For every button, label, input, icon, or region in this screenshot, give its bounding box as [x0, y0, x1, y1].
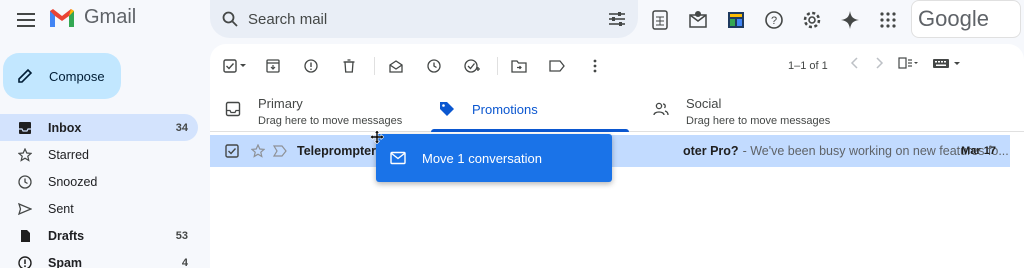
snooze-clock-icon[interactable]	[421, 56, 447, 76]
move-to-folder-icon[interactable]	[506, 56, 532, 76]
sidebar-item-inbox[interactable]: Inbox 34	[0, 114, 198, 141]
importance-marker-icon[interactable]	[273, 145, 287, 157]
gmail-logo-text: Gmail	[84, 6, 137, 28]
sidebar-item-label: Sent	[48, 201, 74, 216]
sidebar-item-label: Drafts	[48, 228, 85, 243]
google-account-button[interactable]: Google	[911, 0, 1021, 38]
envelope-icon	[390, 151, 406, 165]
svg-text:?: ?	[771, 15, 777, 27]
unread-count: 34	[175, 121, 188, 134]
sidebar-item-snoozed[interactable]: Snoozed	[0, 168, 198, 195]
sidebar-item-label: Snoozed	[48, 174, 98, 189]
chevron-left-icon[interactable]	[850, 56, 860, 74]
gemini-sparkle-icon[interactable]	[836, 6, 864, 34]
pencil-icon	[18, 68, 33, 83]
unread-count: 4	[181, 256, 188, 268]
inbox-tray-icon	[224, 100, 242, 118]
tab-drop-hint: Drag here to move messages	[258, 115, 403, 127]
google-logo-text: Google	[918, 6, 989, 31]
mark-as-read-icon[interactable]	[383, 56, 409, 76]
sidebar-item-label: Starred	[48, 147, 89, 162]
gmail-logo[interactable]: Gmail	[48, 6, 136, 29]
apps-grid-icon[interactable]	[874, 6, 902, 34]
inbox-category-tabs: Primary Drag here to move messages Promo…	[210, 90, 1024, 132]
drag-move-tooltip: Move 1 conversation	[376, 134, 612, 182]
tab-primary[interactable]: Primary Drag here to move messages	[224, 90, 402, 132]
tab-social[interactable]: Social Drag here to move messages	[652, 90, 830, 132]
split-pane-toggle-icon[interactable]	[898, 56, 918, 74]
tab-title: Promotions	[472, 102, 538, 117]
star-icon	[18, 147, 32, 162]
label-tag-icon[interactable]	[544, 56, 570, 76]
template-icon[interactable]	[722, 6, 750, 34]
email-date: Mar 17	[961, 145, 996, 157]
drag-label: Move 1 conversation	[422, 150, 542, 166]
sidebar-item-drafts[interactable]: Drafts 53	[0, 222, 198, 249]
mail-list-panel: 1–1 of 1 Primary Drag here to move messa…	[210, 44, 1024, 268]
more-options-icon[interactable]	[582, 56, 608, 76]
search-bar[interactable]: Search mail	[210, 0, 638, 38]
spam-icon	[18, 255, 32, 268]
row-checkbox-checked[interactable]	[225, 144, 239, 158]
mail-toolbar	[222, 56, 620, 76]
gmail-m-icon	[50, 8, 74, 27]
send-icon	[18, 202, 32, 216]
sidebar-item-label: Inbox	[48, 120, 82, 135]
star-toggle-icon[interactable]	[251, 144, 265, 158]
unread-count: 53	[175, 229, 188, 242]
add-to-tasks-icon[interactable]	[459, 56, 485, 76]
mail-merge-icon[interactable]	[684, 6, 712, 34]
settings-gear-icon[interactable]	[798, 6, 826, 34]
tab-title: Primary	[258, 96, 303, 111]
input-tools-keyboard-icon[interactable]	[932, 56, 962, 74]
toolbar-divider	[497, 57, 498, 75]
tab-drop-hint: Drag here to move messages	[686, 115, 831, 127]
chevron-right-icon[interactable]	[874, 56, 884, 74]
sheets-icon[interactable]	[646, 6, 674, 34]
social-people-icon	[652, 100, 670, 118]
select-all-checkbox[interactable]	[222, 56, 248, 76]
draft-icon	[18, 229, 32, 243]
tab-title: Social	[686, 96, 722, 111]
pagination-range: 1–1 of 1	[788, 60, 828, 72]
move-cursor-icon	[369, 129, 385, 147]
clock-icon	[18, 174, 32, 189]
delete-trash-icon[interactable]	[336, 56, 362, 76]
archive-icon[interactable]	[260, 56, 286, 76]
selected-tab-indicator	[431, 129, 629, 132]
inbox-icon	[18, 121, 32, 135]
help-icon[interactable]: ?	[760, 6, 788, 34]
hamburger-icon	[17, 13, 35, 27]
sidebar-item-spam[interactable]: Spam 4	[0, 249, 198, 268]
search-icon[interactable]	[222, 11, 238, 27]
search-input[interactable]: Search mail	[248, 11, 608, 28]
sidebar-item-sent[interactable]: Sent	[0, 195, 198, 222]
sidebar-item-starred[interactable]: Starred	[0, 141, 198, 168]
compose-label: Compose	[49, 68, 105, 84]
report-spam-icon[interactable]	[298, 56, 324, 76]
toolbar-divider	[374, 57, 375, 75]
email-subject: oter Pro?	[683, 144, 739, 158]
search-options-icon[interactable]	[608, 11, 626, 27]
sidebar-nav: Inbox 34 Starred Snoozed Sent Drafts 53 …	[0, 114, 198, 268]
main-menu-button[interactable]	[12, 6, 40, 34]
tab-promotions[interactable]: Promotions	[438, 90, 538, 132]
promotions-tag-icon	[438, 100, 456, 118]
sidebar-item-label: Spam	[48, 255, 83, 268]
compose-button[interactable]: Compose	[3, 53, 121, 99]
